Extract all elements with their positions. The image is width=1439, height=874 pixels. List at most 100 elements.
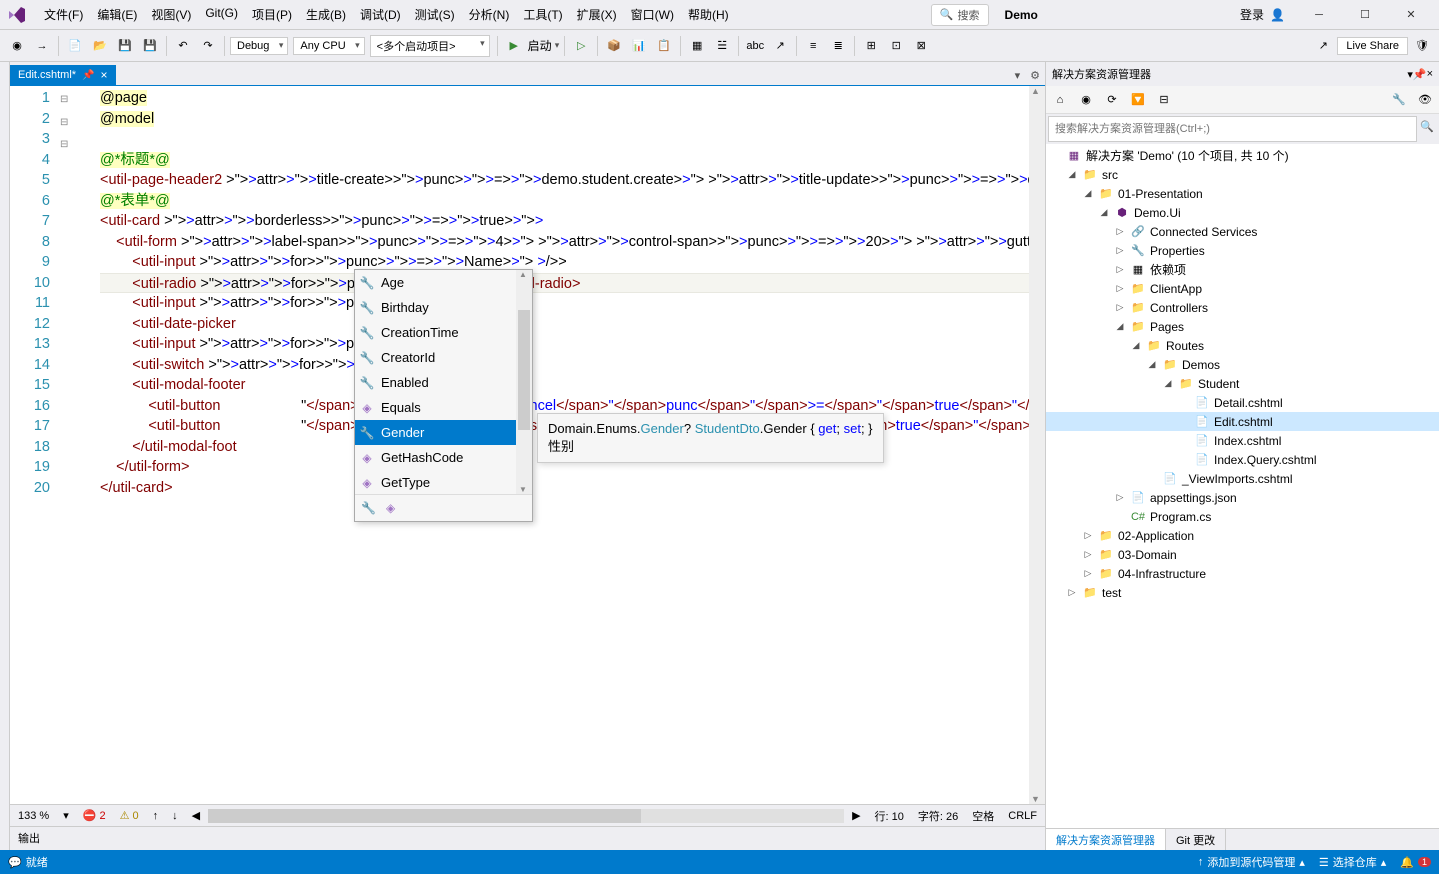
se-filter-icon[interactable]: 🔽: [1128, 90, 1148, 110]
menu-item[interactable]: 视图(V): [145, 2, 197, 27]
intellisense-item[interactable]: 🔧Age: [355, 270, 532, 295]
menu-item[interactable]: 文件(F): [38, 2, 89, 27]
intellisense-list[interactable]: 🔧Age🔧Birthday🔧CreationTime🔧CreatorId🔧Ena…: [355, 270, 532, 494]
tree-node[interactable]: ▦解决方案 'Demo' (10 个项目, 共 10 个): [1046, 146, 1439, 165]
startup-combo[interactable]: <多个启动项目>: [370, 35, 490, 57]
tree-node[interactable]: ▷📁04-Infrastructure: [1046, 564, 1439, 583]
new-button[interactable]: 📄: [64, 35, 86, 57]
tree-node[interactable]: ▷▦依赖项: [1046, 260, 1439, 279]
notifications-button[interactable]: 🔔1: [1400, 856, 1431, 869]
tab-chevron-icon[interactable]: ▾: [1010, 66, 1026, 85]
tree-node[interactable]: 📄Index.Query.cshtml: [1046, 450, 1439, 469]
start-chevron-icon[interactable]: ▾: [555, 40, 560, 51]
tb-icon-12[interactable]: ⊠: [910, 35, 932, 57]
menu-item[interactable]: 分析(N): [463, 2, 516, 27]
warn-count[interactable]: ⚠ 0: [120, 809, 139, 822]
menu-item[interactable]: 测试(S): [409, 2, 461, 27]
output-panel-title[interactable]: 输出: [10, 826, 1045, 850]
undo-button[interactable]: ↶: [172, 35, 194, 57]
intellisense-item[interactable]: ◈Equals: [355, 395, 532, 420]
bottab-solution[interactable]: 解决方案资源管理器: [1046, 829, 1166, 850]
tree-node[interactable]: ◢⬢Demo.Ui: [1046, 203, 1439, 222]
back-button[interactable]: ◉: [6, 35, 28, 57]
pin-icon[interactable]: 📌: [82, 70, 94, 81]
tree-node[interactable]: ◢📁Demos: [1046, 355, 1439, 374]
save-all-button[interactable]: 💾: [139, 35, 161, 57]
tb-icon-9[interactable]: ≣: [827, 35, 849, 57]
tab-gear-icon[interactable]: ⚙: [1025, 66, 1045, 85]
config-combo[interactable]: Debug: [230, 37, 288, 55]
vertical-scrollbar[interactable]: [1029, 86, 1045, 804]
solution-tree[interactable]: ▦解决方案 'Demo' (10 个项目, 共 10 个)◢📁src◢📁01-P…: [1046, 144, 1439, 828]
tree-node[interactable]: ◢📁Routes: [1046, 336, 1439, 355]
menu-item[interactable]: 生成(B): [300, 2, 352, 27]
search-box[interactable]: 🔍搜索: [931, 4, 989, 26]
platform-combo[interactable]: Any CPU: [293, 37, 364, 55]
tree-node[interactable]: ▷🔧Properties: [1046, 241, 1439, 260]
start-icon[interactable]: ▶: [503, 35, 525, 57]
close-tab-icon[interactable]: ×: [101, 68, 108, 82]
intellisense-item[interactable]: 🔧CreatorId: [355, 345, 532, 370]
intellisense-item[interactable]: ◈GetHashCode: [355, 445, 532, 470]
se-props-icon[interactable]: 🔧: [1389, 90, 1409, 110]
tb-icon-6[interactable]: abc: [744, 35, 766, 57]
menu-item[interactable]: 项目(P): [246, 2, 298, 27]
tb-icon-4[interactable]: ▦: [686, 35, 708, 57]
nav-up-icon[interactable]: ↑: [153, 810, 159, 822]
tree-node[interactable]: ▷📁03-Domain: [1046, 545, 1439, 564]
tree-node[interactable]: ◢📁01-Presentation: [1046, 184, 1439, 203]
tb-icon-11[interactable]: ⊡: [885, 35, 907, 57]
tree-node[interactable]: C#Program.cs: [1046, 507, 1439, 526]
tree-node[interactable]: ▷📁ClientApp: [1046, 279, 1439, 298]
nav-down-icon[interactable]: ↓: [172, 810, 178, 822]
error-count[interactable]: ⛔ 2: [83, 809, 106, 822]
menu-item[interactable]: 窗口(W): [625, 2, 680, 27]
se-collapse-icon[interactable]: ⊟: [1154, 90, 1174, 110]
bottab-git[interactable]: Git 更改: [1166, 829, 1226, 850]
intellisense-item[interactable]: ◈GetType: [355, 470, 532, 494]
menu-item[interactable]: 调试(D): [354, 2, 407, 27]
share-icon[interactable]: ↗: [1312, 35, 1334, 57]
tb-icon-10[interactable]: ⊞: [860, 35, 882, 57]
intellisense-scrollbar[interactable]: [516, 270, 532, 494]
hscroll-right-icon[interactable]: ▶: [852, 809, 860, 822]
start-no-debug-icon[interactable]: ▷: [570, 35, 592, 57]
code-editor[interactable]: 1234567891011121314151617181920 ⊟⊟⊟ @pag…: [10, 86, 1045, 804]
tree-node[interactable]: ▷📁Controllers: [1046, 298, 1439, 317]
se-sync-icon[interactable]: ⟳: [1102, 90, 1122, 110]
login-button[interactable]: 登录👤: [1240, 6, 1285, 23]
tree-node[interactable]: ◢📁Pages: [1046, 317, 1439, 336]
panel-close-icon[interactable]: ×: [1427, 68, 1433, 80]
se-search-icon[interactable]: 🔍: [1417, 116, 1437, 136]
intellisense-item[interactable]: 🔧Birthday: [355, 295, 532, 320]
left-dock-strip[interactable]: [0, 62, 10, 850]
lineending-indicator[interactable]: CRLF: [1008, 810, 1037, 822]
tree-node[interactable]: ▷📁test: [1046, 583, 1439, 602]
tb-icon-5[interactable]: ☱: [711, 35, 733, 57]
tb-icon-8[interactable]: ≡: [802, 35, 824, 57]
tree-node[interactable]: ◢📁src: [1046, 165, 1439, 184]
maximize-button[interactable]: ☐: [1343, 1, 1387, 29]
tree-node[interactable]: 📄Index.cshtml: [1046, 431, 1439, 450]
intellisense-item[interactable]: 🔧CreationTime: [355, 320, 532, 345]
tree-node[interactable]: ◢📁Student: [1046, 374, 1439, 393]
menu-item[interactable]: 扩展(X): [571, 2, 623, 27]
solution-search-input[interactable]: [1048, 116, 1417, 142]
intellisense-item[interactable]: 🔧Gender: [355, 420, 532, 445]
tab-edit-cshtml[interactable]: Edit.cshtml* 📌 ×: [10, 65, 116, 85]
menu-item[interactable]: Git(G): [199, 2, 244, 27]
tb-icon-1[interactable]: 📦: [603, 35, 625, 57]
tree-node[interactable]: 📄Edit.cshtml: [1046, 412, 1439, 431]
cube-icon[interactable]: ◈: [386, 501, 395, 515]
menu-item[interactable]: 工具(T): [517, 2, 568, 27]
tree-node[interactable]: ▷🔗Connected Services: [1046, 222, 1439, 241]
minimize-button[interactable]: ─: [1297, 1, 1341, 29]
se-home-icon[interactable]: ⌂: [1050, 90, 1070, 110]
add-source-control[interactable]: ↑ 添加到源代码管理 ▴: [1198, 854, 1305, 870]
tree-node[interactable]: 📄_ViewImports.cshtml: [1046, 469, 1439, 488]
tb-icon-2[interactable]: 📊: [628, 35, 650, 57]
forward-button[interactable]: →: [31, 35, 53, 57]
tree-node[interactable]: 📄Detail.cshtml: [1046, 393, 1439, 412]
menu-item[interactable]: 帮助(H): [682, 2, 735, 27]
tb-icon-3[interactable]: 📋: [653, 35, 675, 57]
